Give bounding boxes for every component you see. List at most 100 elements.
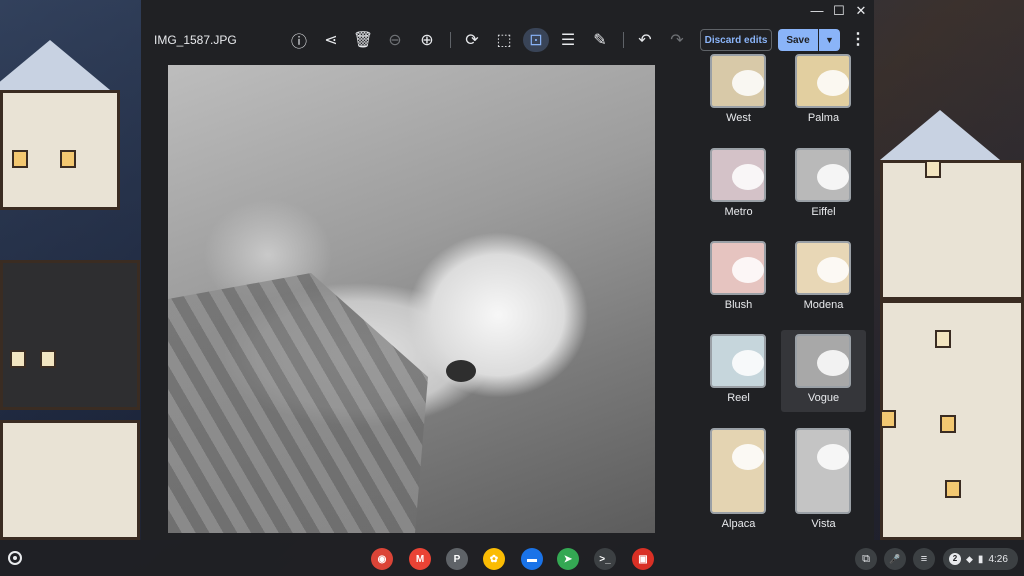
filter-option-west[interactable]: West bbox=[696, 50, 781, 132]
filter-label: Vogue bbox=[807, 392, 840, 404]
wallpaper-window bbox=[60, 150, 76, 168]
filter-label: Vista bbox=[811, 518, 836, 530]
wallpaper-window bbox=[940, 415, 956, 433]
photo-blanket-region bbox=[168, 273, 428, 533]
gmail-icon-glyph: M bbox=[415, 553, 425, 565]
files-icon[interactable]: ▬ bbox=[521, 548, 543, 570]
photo-canvas[interactable] bbox=[168, 65, 655, 533]
thumbnail-dog-shape bbox=[732, 164, 764, 190]
send-icon-glyph: ➤ bbox=[563, 553, 573, 565]
file-name: IMG_1587.JPG bbox=[154, 33, 237, 47]
thumbnail-dog-shape bbox=[817, 444, 849, 470]
filter-option-vogue[interactable]: Vogue bbox=[781, 330, 866, 412]
filter-thumbnail bbox=[710, 334, 766, 388]
filter-label: Alpaca bbox=[721, 518, 756, 530]
delete-button[interactable]: 🗑 bbox=[350, 28, 376, 52]
thumbnail-dog-shape bbox=[732, 70, 764, 96]
filter-option-vista[interactable]: Vista bbox=[781, 424, 866, 534]
save-options-button[interactable]: ▼ bbox=[819, 29, 840, 51]
media-tray-button[interactable]: ≡ bbox=[913, 548, 935, 570]
filter-option-reel[interactable]: Reel bbox=[696, 330, 781, 412]
crop-icon: ⬚ bbox=[496, 32, 512, 49]
wallpaper-window bbox=[925, 160, 941, 178]
gallery-icon-glyph: ▣ bbox=[638, 553, 648, 565]
undo-button[interactable]: ↶ bbox=[632, 28, 658, 52]
filter-thumbnail bbox=[710, 148, 766, 202]
crop-button[interactable]: ⬚ bbox=[491, 28, 517, 52]
send-icon[interactable]: ➤ bbox=[557, 548, 579, 570]
undo-icon: ↶ bbox=[638, 32, 652, 49]
wallpaper-window bbox=[12, 150, 28, 168]
wallpaper-house bbox=[880, 160, 1024, 300]
filter-thumbnail bbox=[795, 334, 851, 388]
filter-thumbnail bbox=[710, 54, 766, 108]
photos-icon-glyph: ✿ bbox=[489, 553, 499, 565]
thumbnail-dog-shape bbox=[817, 70, 849, 96]
filter-label: Modena bbox=[803, 299, 844, 311]
mic-tray-button[interactable]: 🎤 bbox=[884, 548, 906, 570]
maximize-icon[interactable]: ☐ bbox=[832, 4, 846, 18]
annotate-button[interactable]: ✎ bbox=[587, 28, 613, 52]
filter-label: Palma bbox=[807, 112, 840, 124]
microphone-icon: 🎤 bbox=[889, 553, 901, 564]
filter-option-blush[interactable]: Blush bbox=[696, 237, 781, 319]
wallpaper-window bbox=[945, 480, 961, 498]
gmail-icon[interactable]: M bbox=[409, 548, 431, 570]
zoom-out-button[interactable]: ⊖ bbox=[382, 28, 408, 52]
photos-icon[interactable]: ✿ bbox=[483, 548, 505, 570]
more-options-icon[interactable]: ⋮ bbox=[850, 30, 866, 50]
filter-option-metro[interactable]: Metro bbox=[696, 144, 781, 226]
filter-thumbnail bbox=[795, 54, 851, 108]
minimize-icon[interactable]: — bbox=[810, 4, 824, 18]
status-area[interactable]: 2 ◆ ▮ 4:26 bbox=[943, 548, 1018, 570]
zoom-in-icon: ⊕ bbox=[420, 32, 434, 49]
wallpaper-house bbox=[0, 420, 140, 540]
filter-label: Eiffel bbox=[811, 206, 836, 218]
adjust-icon: ☰ bbox=[560, 32, 576, 49]
chrome-icon-glyph: ◉ bbox=[377, 553, 387, 565]
photo-dog-nose bbox=[446, 360, 476, 382]
rescale-icon: ⊡ bbox=[529, 32, 543, 49]
filter-option-modena[interactable]: Modena bbox=[781, 237, 866, 319]
wallpaper-roof bbox=[0, 40, 110, 90]
rotate-button[interactable]: ⟳ bbox=[459, 28, 485, 52]
editor-toolbar: ⓘ ⋖ 🗑 ⊖ ⊕ ⟳ ⬚ ⊡ ☰ ✎ ↶ ↷ bbox=[286, 28, 696, 52]
chevron-down-icon: ▼ bbox=[825, 35, 834, 45]
p-app-icon-glyph: P bbox=[453, 553, 461, 565]
filter-option-eiffel[interactable]: Eiffel bbox=[781, 144, 866, 226]
rescale-button[interactable]: ⊡ bbox=[523, 28, 549, 52]
filter-label: Metro bbox=[724, 206, 753, 218]
filter-thumbnail bbox=[710, 241, 766, 295]
redo-button[interactable]: ↷ bbox=[664, 28, 690, 52]
terminal-icon[interactable]: >_ bbox=[594, 548, 616, 570]
thumbnail-dog-shape bbox=[732, 444, 764, 470]
thumbnail-dog-shape bbox=[817, 350, 849, 376]
wallpaper-window bbox=[40, 350, 56, 368]
share-button[interactable]: ⋖ bbox=[318, 28, 344, 52]
wifi-icon: ◆ bbox=[966, 553, 973, 564]
filter-label: Blush bbox=[724, 299, 753, 311]
save-button[interactable]: Save bbox=[778, 29, 818, 51]
zoom-in-button[interactable]: ⊕ bbox=[414, 28, 440, 52]
adjust-button[interactable]: ☰ bbox=[555, 28, 581, 52]
close-icon[interactable]: ✕ bbox=[854, 4, 868, 18]
filter-thumbnail bbox=[710, 428, 766, 514]
filter-option-palma[interactable]: Palma bbox=[781, 50, 866, 132]
chrome-icon[interactable]: ◉ bbox=[371, 548, 393, 570]
files-icon-glyph: ▬ bbox=[527, 553, 537, 565]
p-app-icon[interactable]: P bbox=[446, 548, 468, 570]
delete-icon: 🗑 bbox=[352, 32, 374, 49]
discard-edits-button[interactable]: Discard edits bbox=[700, 29, 772, 51]
filter-thumbnail bbox=[795, 241, 851, 295]
zoom-out-icon: ⊖ bbox=[388, 32, 402, 49]
filter-option-alpaca[interactable]: Alpaca bbox=[696, 424, 781, 534]
info-button[interactable]: ⓘ bbox=[286, 28, 312, 52]
window-controls: — ☐ ✕ bbox=[810, 4, 868, 18]
thumbnail-dog-shape bbox=[732, 350, 764, 376]
launcher-icon[interactable] bbox=[8, 551, 22, 565]
share-icon: ⋖ bbox=[324, 32, 338, 49]
gallery-icon[interactable]: ▣ bbox=[632, 548, 654, 570]
screenshot-tray-button[interactable]: ⧉ bbox=[855, 548, 877, 570]
image-editor-window: — ☐ ✕ IMG_1587.JPG ⓘ ⋖ 🗑 ⊖ ⊕ ⟳ ⬚ ⊡ ☰ ✎ ↶… bbox=[141, 0, 874, 540]
filter-label: West bbox=[726, 112, 751, 124]
